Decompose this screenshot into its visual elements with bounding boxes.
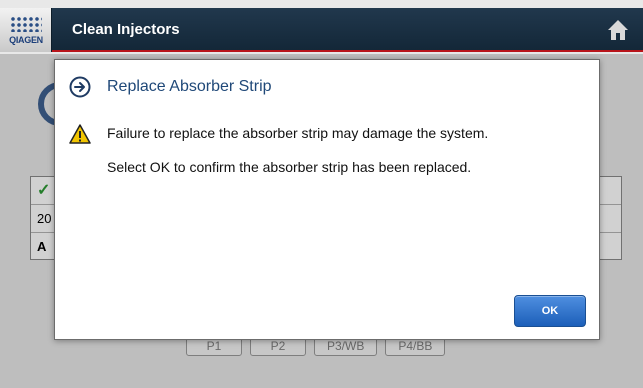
header-bar: QIAGEN Clean Injectors: [0, 8, 643, 52]
ok-button[interactable]: OK: [514, 295, 586, 327]
home-icon: [608, 20, 628, 40]
warning-message: Failure to replace the absorber strip ma…: [107, 125, 489, 141]
replace-absorber-dialog: Replace Absorber Strip Failure to replac…: [54, 59, 600, 340]
app-window: QIAGEN Clean Injectors ✓ 20 A P1 P2 P3/WB P…: [0, 0, 643, 388]
warning-icon: [69, 124, 91, 144]
dialog-title: Replace Absorber Strip: [107, 78, 272, 95]
page-title: Clean Injectors: [72, 21, 180, 38]
qiagen-logo: QIAGEN: [0, 8, 52, 52]
home-button[interactable]: [607, 19, 629, 41]
logo-text: QIAGEN: [9, 35, 43, 45]
arrow-circle-right-icon: [69, 76, 91, 98]
confirm-message: Select OK to confirm the absorber strip …: [107, 159, 472, 175]
logo-dots-icon: [10, 16, 42, 32]
